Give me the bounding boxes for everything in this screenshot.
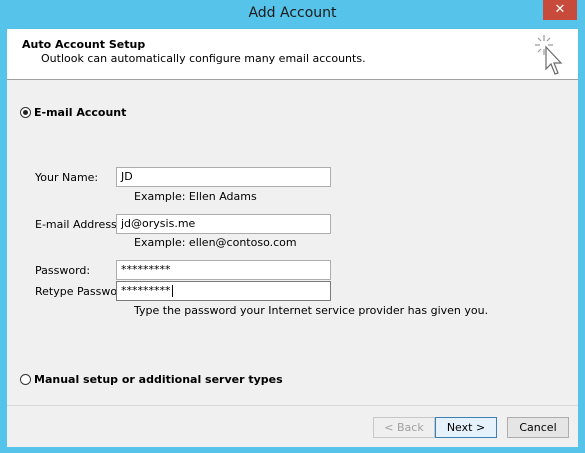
retype-password-input[interactable]: *********	[116, 281, 331, 301]
title-bar: Add Account ✕	[0, 0, 585, 28]
window-title: Add Account	[248, 5, 337, 21]
retype-password-value: *********	[121, 284, 171, 297]
your-name-input[interactable]: JD	[116, 167, 331, 187]
dialog-body: Auto Account Setup Outlook can automatic…	[7, 29, 578, 447]
your-name-example: Example: Ellen Adams	[134, 190, 257, 203]
footer-divider	[7, 405, 578, 406]
cancel-button[interactable]: Cancel	[507, 417, 569, 438]
your-name-label: Your Name:	[35, 171, 99, 184]
manual-setup-label[interactable]: Manual setup or additional server types	[34, 373, 283, 386]
header-subtitle: Outlook can automatically configure many…	[41, 52, 366, 65]
email-account-label[interactable]: E-mail Account	[34, 106, 126, 119]
email-address-example: Example: ellen@contoso.com	[134, 236, 297, 249]
email-address-label: E-mail Address:	[35, 218, 121, 231]
password-input[interactable]: *********	[116, 260, 331, 280]
email-address-input[interactable]: jd@orysis.me	[116, 214, 331, 234]
text-caret	[171, 285, 173, 297]
close-button[interactable]: ✕	[543, 0, 577, 20]
back-button[interactable]: < Back	[373, 417, 435, 438]
manual-setup-radio[interactable]	[20, 374, 31, 385]
password-hint: Type the password your Internet service …	[134, 304, 489, 317]
wand-cursor-icon	[535, 35, 563, 75]
next-button[interactable]: Next >	[435, 417, 497, 438]
add-account-dialog: Add Account ✕ Auto Account Setup Outlook…	[0, 0, 585, 453]
header-panel: Auto Account Setup Outlook can automatic…	[7, 29, 578, 80]
password-label: Password:	[35, 264, 91, 277]
header-title: Auto Account Setup	[22, 38, 146, 51]
email-account-radio[interactable]	[20, 107, 31, 118]
